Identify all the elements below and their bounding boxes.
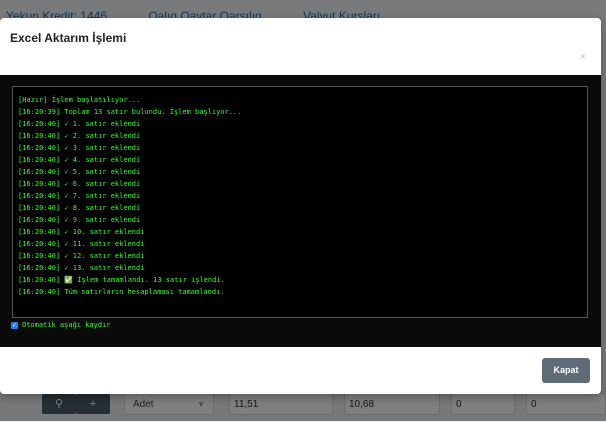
- excel-import-modal: Excel Aktarım İşlemi × [Hazır] İşlem baş…: [0, 18, 601, 394]
- checkbox-checked-icon[interactable]: ✓: [11, 321, 18, 329]
- log-line: [16:20:40] ✓ 11. satır eklendi: [18, 240, 145, 248]
- log-line: [16:20:40] ✓ 9. satır eklendi: [18, 216, 141, 224]
- close-button[interactable]: Kapat: [542, 358, 590, 383]
- log-line: [16:20:40] ✓ 12. satır eklendi: [18, 252, 145, 260]
- log-line: [Hazır] İşlem başlatılıyor...: [18, 96, 141, 104]
- log-line: [16:20:39] Toplam 13 satır bulundu. İşle…: [18, 108, 242, 116]
- log-line: [16:20:40] ✓ 4. satır eklendi: [18, 156, 141, 164]
- log-line: [16:20:40] ✓ 6. satır eklendi: [18, 180, 141, 188]
- log-line: [16:20:40] ✓ 1. satır eklendi: [18, 120, 141, 128]
- log-line: [16:20:40] ✅ İşlem tamamlandı. 13 satır …: [18, 276, 225, 284]
- log-line: [16:20:40] ✓ 5. satır eklendi: [18, 168, 141, 176]
- log-line: [16:20:40] ✓ 13. satır eklendi: [18, 264, 145, 272]
- log-line: [16:20:40] ✓ 2. satır eklendi: [18, 132, 141, 140]
- log-line: [16:20:40] ✓ 8. satır eklendi: [18, 204, 141, 212]
- modal-title: Excel Aktarım İşlemi: [10, 31, 127, 45]
- log-line: [16:20:40] ✓ 10. satır eklendi: [18, 228, 145, 236]
- log-console[interactable]: [Hazır] İşlem başlatılıyor... [16:20:39] …: [12, 86, 588, 318]
- log-line: [16:20:40] ✓ 7. satır eklendi: [18, 192, 141, 200]
- autoscroll-checkbox[interactable]: ✓ Otomatik aşağı kaydır: [11, 321, 111, 329]
- log-line: [16:20:40] Tüm satırların hesaplaması ta…: [18, 288, 225, 296]
- log-line: [16:20:40] ✓ 3. satır eklendi: [18, 144, 141, 152]
- modal-body: [Hazır] İşlem başlatılıyor... [16:20:39] …: [0, 75, 601, 347]
- close-icon[interactable]: ×: [580, 51, 586, 63]
- autoscroll-label: Otomatik aşağı kaydır: [22, 321, 111, 329]
